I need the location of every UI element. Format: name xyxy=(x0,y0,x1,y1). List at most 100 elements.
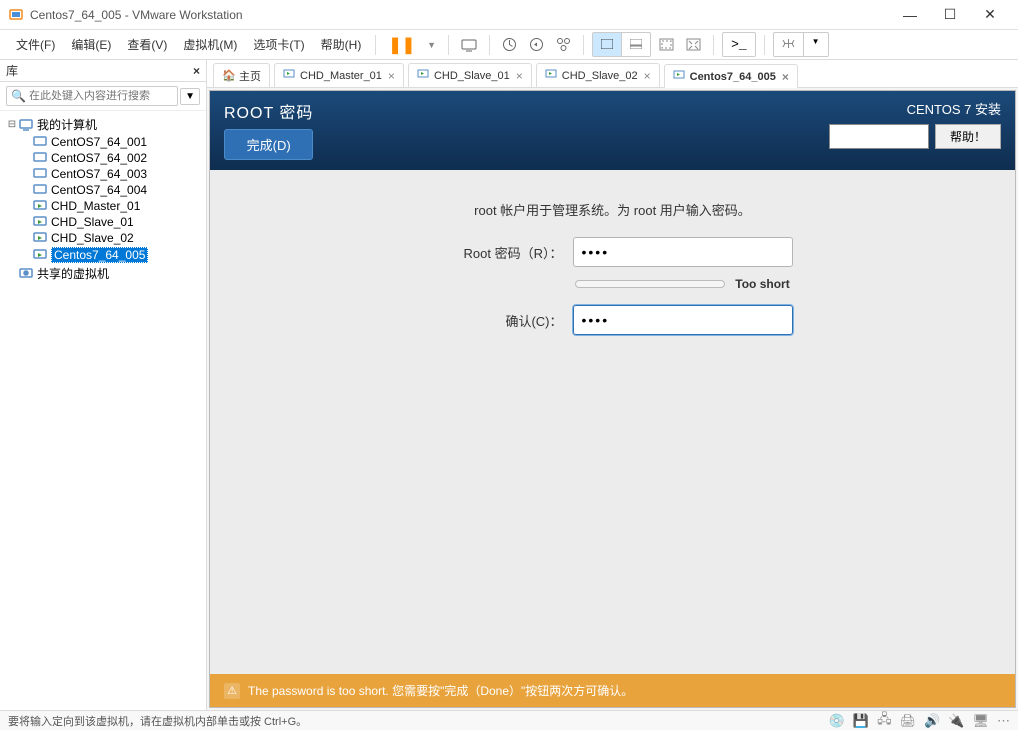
vm-icon xyxy=(32,151,48,165)
tree-item-centos3[interactable]: CentOS7_64_003 xyxy=(2,166,204,182)
tree-item-centos4[interactable]: CentOS7_64_004 xyxy=(2,182,204,198)
root-password-input[interactable] xyxy=(573,237,793,267)
window-titlebar: Centos7_64_005 - VMware Workstation — ☐ … xyxy=(0,0,1018,30)
menu-view[interactable]: 查看(V) xyxy=(119,32,175,57)
menu-vm[interactable]: 虚拟机(M) xyxy=(175,32,245,57)
search-input[interactable] xyxy=(29,90,173,102)
maximize-button[interactable]: ☐ xyxy=(930,0,970,30)
tree-item-slave1[interactable]: CHD_Slave_01 xyxy=(2,214,204,230)
snapshot-manager-button[interactable] xyxy=(550,33,577,56)
tab-master[interactable]: CHD_Master_01× xyxy=(274,63,404,87)
device-more-icon[interactable]: ⋯ xyxy=(997,713,1010,729)
keyboard-indicator[interactable]: ⌨ cn xyxy=(829,124,929,149)
tree-root-shared[interactable]: 共享的虚拟机 xyxy=(2,264,204,283)
help-button[interactable]: 帮助！ xyxy=(935,124,1001,149)
vm-tab-icon xyxy=(545,69,558,82)
status-devices: 💿 💾 🖧 🖨 🔊 🔌 🖥 ⋯ xyxy=(829,710,1010,732)
computer-icon xyxy=(18,118,34,132)
sidebar-close-button[interactable]: × xyxy=(193,64,200,78)
warning-text: The password is too short. 您需要按"完成（Done）… xyxy=(248,682,633,699)
page-title: ROOT 密码 xyxy=(224,99,313,123)
fullscreen-button[interactable] xyxy=(680,34,707,55)
root-password-label: Root 密码（R）： xyxy=(433,243,563,262)
keyboard-icon: ⌨ xyxy=(838,130,855,144)
tab-close[interactable]: × xyxy=(782,70,789,84)
tab-close[interactable]: × xyxy=(388,69,395,83)
vm-icon xyxy=(32,183,48,197)
shared-icon xyxy=(18,267,34,281)
device-sound-icon[interactable]: 🔊 xyxy=(924,713,940,729)
search-input-wrapper: 🔍 xyxy=(6,86,178,106)
app-icon xyxy=(8,7,24,23)
send-ctrl-alt-del-button[interactable] xyxy=(455,34,483,56)
vm-icon xyxy=(32,167,48,181)
product-label: CENTOS 7 安装 xyxy=(907,99,1001,118)
tab-close[interactable]: × xyxy=(644,69,651,83)
tab-slave2[interactable]: CHD_Slave_02× xyxy=(536,63,660,87)
view-mode-group xyxy=(592,32,651,57)
menu-edit[interactable]: 编辑(E) xyxy=(63,32,119,57)
menu-file[interactable]: 文件(F) xyxy=(8,32,63,57)
done-button[interactable]: 完成(D) xyxy=(224,129,313,160)
vm-running-icon xyxy=(32,248,48,262)
device-cdrom-icon[interactable]: 💿 xyxy=(829,713,845,729)
window-title: Centos7_64_005 - VMware Workstation xyxy=(30,8,890,22)
view-mode-single[interactable] xyxy=(593,33,622,56)
tab-slave1[interactable]: CHD_Slave_01× xyxy=(408,63,532,87)
search-icon: 🔍 xyxy=(11,89,26,103)
sidebar: 库 × 🔍 ▼ ⊟ 我的计算机 CentOS7_64_001 CentOS7_6… xyxy=(0,60,207,710)
vm-tab-icon xyxy=(283,69,296,82)
stretch-button[interactable]: ▼ xyxy=(773,32,829,57)
hint-text: root 帐户用于管理系统。为 root 用户输入密码。 xyxy=(250,200,975,219)
device-hdd-icon[interactable]: 💾 xyxy=(853,713,869,729)
snapshot-button[interactable] xyxy=(496,33,523,56)
content-area: 🏠主页 CHD_Master_01× CHD_Slave_01× CHD_Sla… xyxy=(207,60,1018,710)
tab-bar: 🏠主页 CHD_Master_01× CHD_Slave_01× CHD_Sla… xyxy=(207,60,1018,88)
device-network-icon[interactable]: 🖧 xyxy=(877,710,892,732)
tree-item-slave2[interactable]: CHD_Slave_02 xyxy=(2,230,204,246)
warning-icon: ⚠ xyxy=(224,683,240,699)
tab-close[interactable]: × xyxy=(516,69,523,83)
warning-bar: ⚠ The password is too short. 您需要按"完成（Don… xyxy=(210,674,1015,707)
menu-help[interactable]: 帮助(H) xyxy=(313,32,370,57)
confirm-password-label: 确认(C)： xyxy=(433,311,563,330)
installer-body: root 帐户用于管理系统。为 root 用户输入密码。 Root 密码（R）：… xyxy=(210,170,1015,674)
close-button[interactable]: ✕ xyxy=(970,0,1010,30)
tree-item-centos2[interactable]: CentOS7_64_002 xyxy=(2,150,204,166)
tab-centos5[interactable]: Centos7_64_005× xyxy=(664,64,798,88)
vm-running-icon xyxy=(32,199,48,213)
device-usb-icon[interactable]: 🔌 xyxy=(948,713,964,729)
sidebar-header: 库 × xyxy=(0,60,206,82)
menu-tabs[interactable]: 选项卡(T) xyxy=(245,32,312,57)
confirm-password-input[interactable] xyxy=(573,305,793,335)
installer-header: ROOT 密码 完成(D) CENTOS 7 安装 ⌨ cn 帮助！ xyxy=(210,91,1015,170)
vm-tab-icon xyxy=(673,70,686,83)
power-dropdown[interactable]: ▼ xyxy=(421,36,442,54)
tree-root-mycomputer[interactable]: ⊟ 我的计算机 xyxy=(2,115,204,134)
vm-screen[interactable]: ROOT 密码 完成(D) CENTOS 7 安装 ⌨ cn 帮助！ root … xyxy=(209,90,1016,708)
menubar: 文件(F) 编辑(E) 查看(V) 虚拟机(M) 选项卡(T) 帮助(H) ❚❚… xyxy=(0,30,1018,60)
minimize-button[interactable]: — xyxy=(890,0,930,30)
statusbar: 要将输入定向到该虚拟机，请在虚拟机内部单击或按 Ctrl+G。 💿 💾 🖧 🖨 … xyxy=(0,710,1018,730)
vm-tab-icon xyxy=(417,69,430,82)
tree-item-master[interactable]: CHD_Master_01 xyxy=(2,198,204,214)
snapshot-revert-button[interactable] xyxy=(523,33,550,56)
password-strength-label: Too short xyxy=(735,277,789,291)
status-text: 要将输入定向到该虚拟机，请在虚拟机内部单击或按 Ctrl+G。 xyxy=(8,713,307,729)
sidebar-title: 库 xyxy=(6,62,18,79)
password-strength-bar xyxy=(575,280,725,288)
vm-running-icon xyxy=(32,231,48,245)
tree-item-centos5[interactable]: Centos7_64_005 xyxy=(2,246,204,264)
tree-item-centos1[interactable]: CentOS7_64_001 xyxy=(2,134,204,150)
console-button[interactable]: >_ xyxy=(722,32,756,57)
search-dropdown[interactable]: ▼ xyxy=(180,88,200,105)
device-printer-icon[interactable]: 🖨 xyxy=(900,713,917,729)
pause-button[interactable]: ❚❚ xyxy=(382,31,421,59)
device-display-icon[interactable]: 🖥 xyxy=(972,713,989,729)
tab-home[interactable]: 🏠主页 xyxy=(213,63,270,87)
view-mode-thumbnail[interactable] xyxy=(622,33,650,56)
vm-tree: ⊟ 我的计算机 CentOS7_64_001 CentOS7_64_002 Ce… xyxy=(0,111,206,710)
unity-button[interactable] xyxy=(653,34,680,55)
vm-running-icon xyxy=(32,215,48,229)
home-icon: 🏠 xyxy=(222,69,235,82)
